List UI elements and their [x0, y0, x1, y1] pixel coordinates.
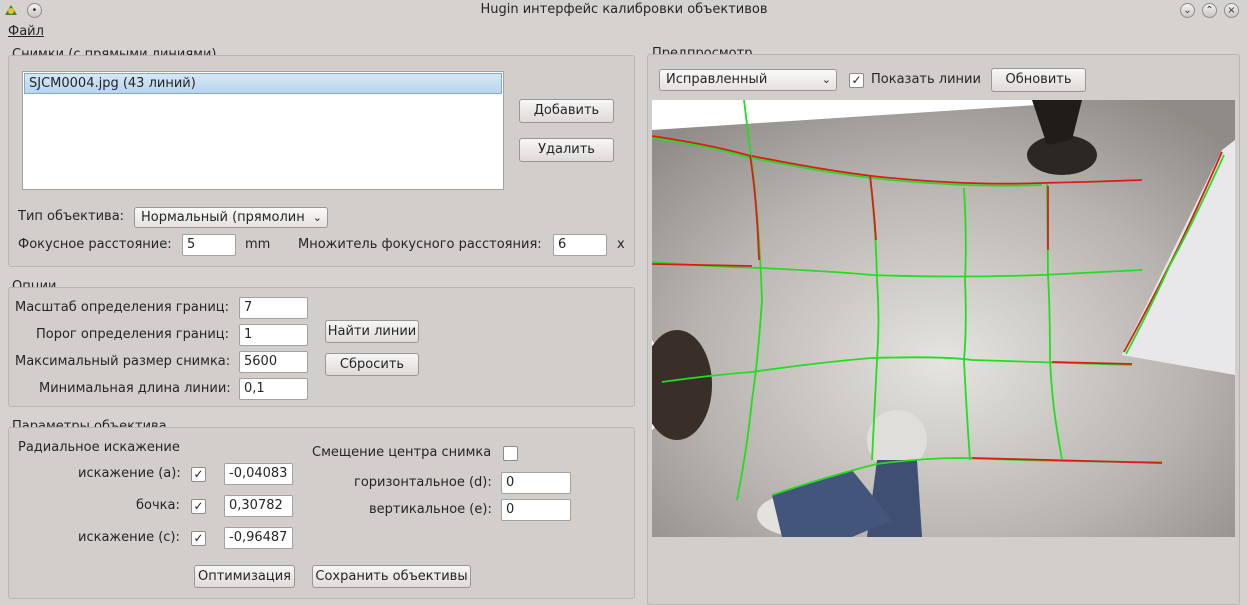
crop-factor-label: Множитель фокусного расстояния: — [298, 237, 542, 252]
min-line-length-label: Минимальная длина линии: — [39, 381, 231, 396]
barrel-checkbox[interactable]: ✓ — [191, 499, 206, 514]
barrel-input[interactable]: 0,30782 — [224, 495, 293, 517]
minimize-button[interactable]: ⌄ — [1180, 3, 1195, 18]
lens-type-label: Тип объектива: — [18, 209, 125, 224]
barrel-label: бочка: — [136, 498, 180, 513]
distortion-a-checkbox[interactable]: ✓ — [191, 467, 206, 482]
focal-length-label: Фокусное расстояние: — [18, 237, 172, 252]
preview-mode-value: Исправленный — [666, 72, 768, 87]
refresh-button[interactable]: Обновить — [991, 68, 1086, 92]
distortion-a-input[interactable]: -0,04083 — [224, 463, 293, 485]
distortion-c-checkbox[interactable]: ✓ — [191, 531, 206, 546]
remove-button[interactable]: Удалить — [519, 138, 614, 162]
distortion-c-input[interactable]: -0,96487 — [224, 527, 293, 549]
optimize-button[interactable]: Оптимизация — [194, 565, 295, 588]
add-button[interactable]: Добавить — [519, 99, 614, 123]
crop-unit: x — [617, 237, 625, 252]
horizontal-d-label: горизонтальное (d): — [354, 475, 492, 490]
list-item[interactable]: SJCM0004.jpg (43 линий) — [24, 73, 502, 94]
focal-length-input[interactable]: 5 — [182, 234, 236, 256]
min-line-length-input[interactable]: 0,1 — [239, 378, 308, 400]
edge-scale-input[interactable]: 7 — [239, 297, 308, 319]
center-shift-label: Смещение центра снимка — [312, 445, 492, 460]
lens-type-select[interactable]: Нормальный (прямолин ⌄ — [134, 207, 328, 228]
preview-canvas — [652, 100, 1235, 537]
center-shift-checkbox[interactable] — [503, 446, 518, 461]
show-lines-checkbox[interactable]: ✓ — [849, 73, 864, 88]
show-lines-label[interactable]: Показать линии — [871, 72, 981, 87]
reset-button[interactable]: Сбросить — [325, 353, 419, 376]
radial-distortion-label: Радиальное искажение — [18, 440, 180, 455]
edge-scale-label: Масштаб определения границ: — [15, 300, 230, 315]
crop-factor-input[interactable]: 6 — [553, 234, 607, 256]
preview-mode-select[interactable]: Исправленный ⌄ — [659, 69, 837, 91]
edge-threshold-input[interactable]: 1 — [239, 324, 308, 346]
distortion-c-label: искажение (c): — [78, 530, 180, 545]
chevron-down-icon: ⌄ — [312, 211, 322, 224]
window-title: Hugin интерфейс калибровки объективов — [480, 2, 768, 17]
save-lens-button[interactable]: Сохранить объективы — [312, 565, 471, 588]
horizontal-d-input[interactable]: 0 — [501, 472, 571, 494]
distortion-a-label: искажение (a): — [78, 466, 181, 481]
max-image-size-label: Максимальный размер снимка: — [15, 354, 231, 369]
close-button[interactable]: × — [1224, 3, 1239, 18]
focal-unit: mm — [245, 237, 271, 252]
edge-threshold-label: Порог определения границ: — [36, 327, 230, 342]
images-list[interactable]: SJCM0004.jpg (43 линий) — [22, 71, 504, 190]
menu-file[interactable]: Файл — [8, 24, 44, 39]
find-lines-button[interactable]: Найти линии — [325, 320, 419, 343]
vertical-e-input[interactable]: 0 — [501, 499, 571, 521]
title-bar: • Hugin интерфейс калибровки объективов … — [0, 0, 1248, 21]
lens-type-value: Нормальный (прямолин — [141, 210, 305, 225]
chevron-down-icon: ⌄ — [821, 73, 831, 86]
vertical-e-label: вертикальное (e): — [369, 502, 492, 517]
menu-bar: Файл — [0, 21, 1248, 43]
maximize-button[interactable]: ⌃ — [1202, 3, 1217, 18]
preview-image — [652, 100, 1235, 537]
max-image-size-input[interactable]: 5600 — [239, 351, 308, 373]
